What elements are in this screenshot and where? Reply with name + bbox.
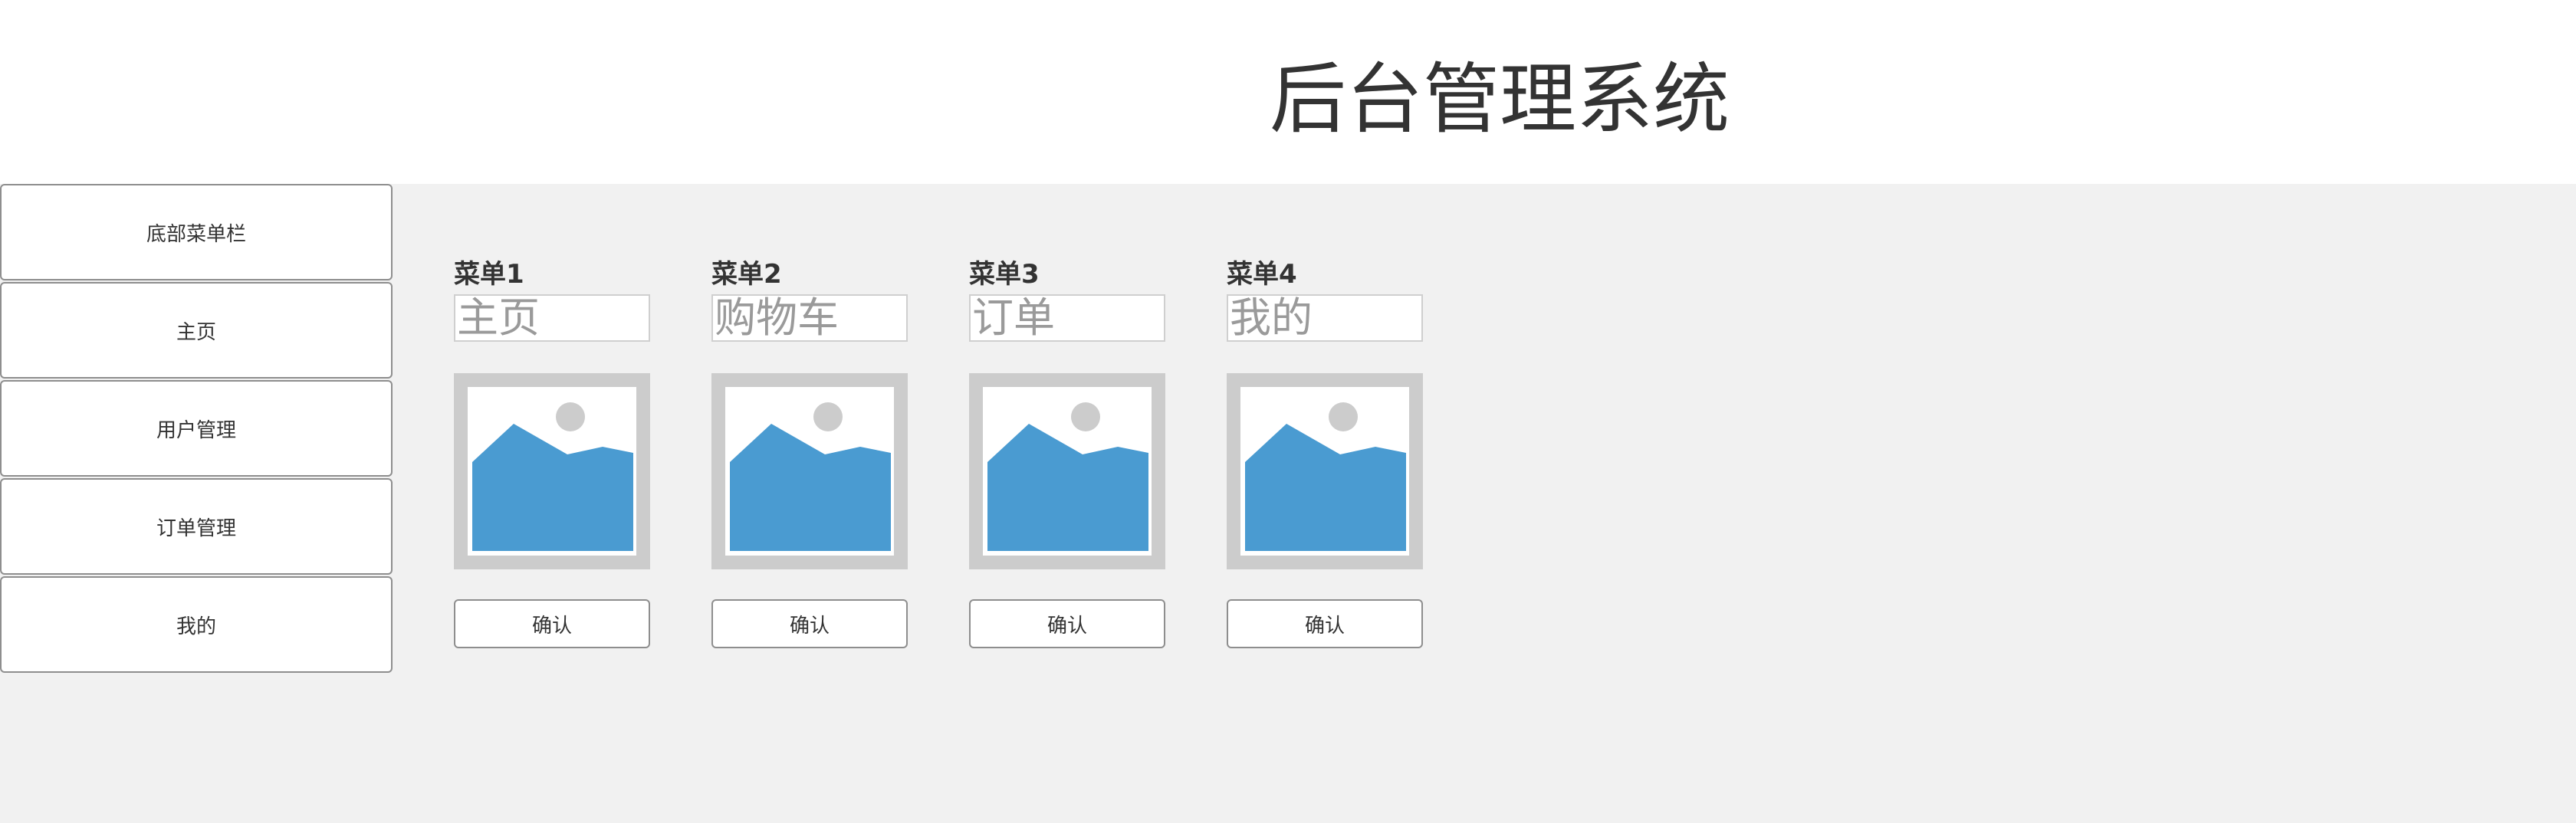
header: 后台管理系统 [0, 0, 2576, 184]
confirm-button[interactable]: 确认 [969, 599, 1165, 648]
image-placeholder-icon [454, 373, 650, 569]
card-input[interactable]: 我的 [1227, 294, 1423, 342]
sidebar-item-bottom-menu[interactable]: 底部菜单栏 [0, 184, 393, 280]
card-input[interactable]: 购物车 [711, 294, 908, 342]
confirm-button[interactable]: 确认 [454, 599, 650, 648]
sidebar-item-label: 底部菜单栏 [146, 222, 246, 246]
sidebar: 底部菜单栏 主页 用户管理 订单管理 我的 [0, 184, 393, 674]
sidebar-item-label: 用户管理 [156, 418, 236, 442]
card-title: 菜单3 [969, 259, 1040, 290]
sidebar-item-home[interactable]: 主页 [0, 282, 393, 379]
card-input[interactable]: 订单 [969, 294, 1165, 342]
sidebar-item-label: 我的 [176, 615, 216, 638]
confirm-button-label: 确认 [789, 614, 830, 638]
sidebar-item-label: 订单管理 [156, 516, 236, 540]
card-title: 菜单2 [711, 259, 782, 290]
sidebar-item-user-management[interactable]: 用户管理 [0, 380, 393, 477]
confirm-button-label: 确认 [1046, 614, 1087, 638]
sidebar-item-order-management[interactable]: 订单管理 [0, 478, 393, 575]
sidebar-item-mine[interactable]: 我的 [0, 576, 393, 673]
page-title: 后台管理系统 [1270, 54, 1730, 144]
sidebar-item-label: 主页 [176, 320, 216, 344]
confirm-button-label: 确认 [1304, 614, 1345, 638]
card-title: 菜单4 [1227, 259, 1297, 290]
confirm-button-label: 确认 [531, 614, 572, 638]
card-input[interactable]: 主页 [454, 294, 650, 342]
confirm-button[interactable]: 确认 [1227, 599, 1423, 648]
image-placeholder-icon [711, 373, 908, 569]
image-placeholder-icon [969, 373, 1165, 569]
confirm-button[interactable]: 确认 [711, 599, 908, 648]
card-title: 菜单1 [454, 259, 524, 290]
image-placeholder-icon [1227, 373, 1423, 569]
